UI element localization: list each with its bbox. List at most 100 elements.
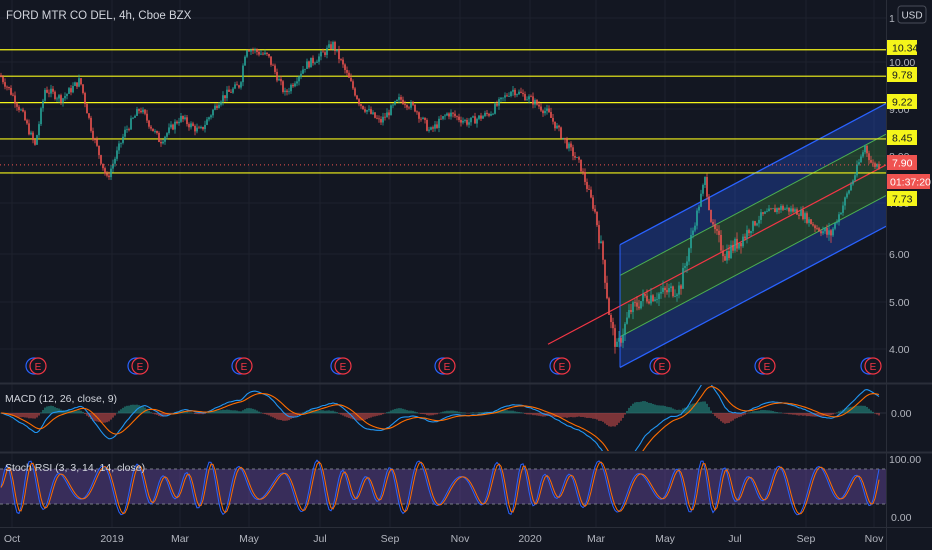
candle-body [742,236,744,247]
candle-body [454,113,456,117]
candle-body [538,104,540,107]
macd-histogram-bar [674,409,676,414]
macd-histogram-bar [784,413,786,414]
macd-histogram-bar [232,410,234,414]
macd-histogram-bar [156,413,158,415]
macd-histogram-bar [528,413,530,415]
candle-body [92,130,94,140]
macd-histogram-bar [256,410,258,414]
candle-body [252,49,254,51]
candle-body [316,61,318,63]
candle-body [866,145,868,154]
macd-histogram-bar [120,409,122,414]
candle-body [798,214,800,216]
candle-body [230,91,232,93]
candle-body [468,122,470,125]
candle-body [426,119,428,131]
macd-histogram-bar [218,410,220,414]
macd-histogram-bar [370,413,372,418]
macd-label[interactable]: MACD (12, 26, close, 9) [5,393,117,405]
candle-body [374,112,376,118]
candle-body [808,219,810,223]
candle-body [430,127,432,130]
candle-body [754,221,756,226]
macd-histogram-bar [444,411,446,414]
candle-body [288,91,290,93]
currency-badge[interactable]: USD [897,5,927,24]
candle-body [148,120,150,127]
time-label: Jul [728,533,741,545]
stoch-rsi-label[interactable]: Stoch RSI (3, 3, 14, 14, close) [5,462,145,474]
candle-body [60,95,62,103]
candle-body [174,121,176,130]
macd-histogram-bar [600,413,602,421]
candle-body [286,90,288,93]
macd-histogram-bar [102,413,104,423]
macd-histogram-bar [242,410,244,414]
candle-body [424,117,426,120]
chart-title[interactable]: FORD MTR CO DEL, 4h, Cboe BZX [6,10,192,22]
candle-body [88,113,90,118]
candle-body [100,155,102,164]
macd-histogram-bar [654,404,656,414]
candle-body [636,302,638,307]
macd-histogram-bar [222,409,224,414]
candle-body [486,112,488,114]
macd-histogram-bar [832,413,834,415]
macd-histogram-bar [522,412,524,414]
candle-body [276,71,278,81]
candle-body [172,124,174,130]
candle-body [832,228,834,236]
macd-histogram-bar [762,410,764,414]
candle-body [466,119,468,125]
candle-body [210,115,212,118]
candle-body [222,95,224,102]
candle-body [388,112,390,116]
candle-body [496,103,498,106]
candle-body [152,128,154,132]
macd-histogram-bar [808,413,810,417]
candle-body [448,113,450,117]
candle-body [688,248,690,262]
macd-histogram-bar [874,413,876,414]
candle-body [512,89,514,92]
candle-body [594,208,596,212]
macd-histogram-bar [248,408,250,414]
candle-body [238,85,240,88]
candle-body [204,124,206,130]
macd-histogram-bar [662,405,664,414]
candle-body [648,301,650,304]
trading-chart[interactable]: EEEEEEEEE FORD MTR CO DEL, 4h, Cboe BZX … [0,0,932,550]
macd-histogram-bar [652,403,654,414]
macd-histogram-bar [344,413,346,417]
time-axis[interactable]: Oct 2019 Mar May Jul Sep Nov 2020 Mar Ma… [4,533,884,545]
macd-histogram-bar [32,413,34,419]
candle-body [54,91,56,99]
candle-body [600,241,602,244]
price-tick: 1 [889,13,895,25]
price-tick: 4.00 [889,344,910,356]
candle-body [368,109,370,111]
macd-histogram-bar [706,403,708,414]
time-label: May [655,533,676,545]
macd-histogram-bar [626,410,628,414]
candle-body [282,81,284,92]
earnings-label: E [340,362,347,373]
macd-histogram-bar [128,405,130,414]
macd-histogram-bar [878,413,880,416]
earnings-markers[interactable]: EEEEEEEEE [25,357,882,375]
candle-body [224,95,226,99]
macd-histogram-bar [422,413,424,415]
candle-body [162,141,164,144]
horizontal-levels[interactable] [0,49,886,174]
macd-histogram-bar [78,410,80,414]
macd-histogram-bar [86,413,88,416]
macd-histogram-bar [20,413,22,418]
candle-body [658,293,660,299]
candle-body [104,168,106,174]
candle-body [760,212,762,220]
macd-histogram-bar [188,412,190,414]
macd-histogram-bar [476,412,478,414]
candle-body [494,103,496,114]
candle-body [168,127,170,134]
